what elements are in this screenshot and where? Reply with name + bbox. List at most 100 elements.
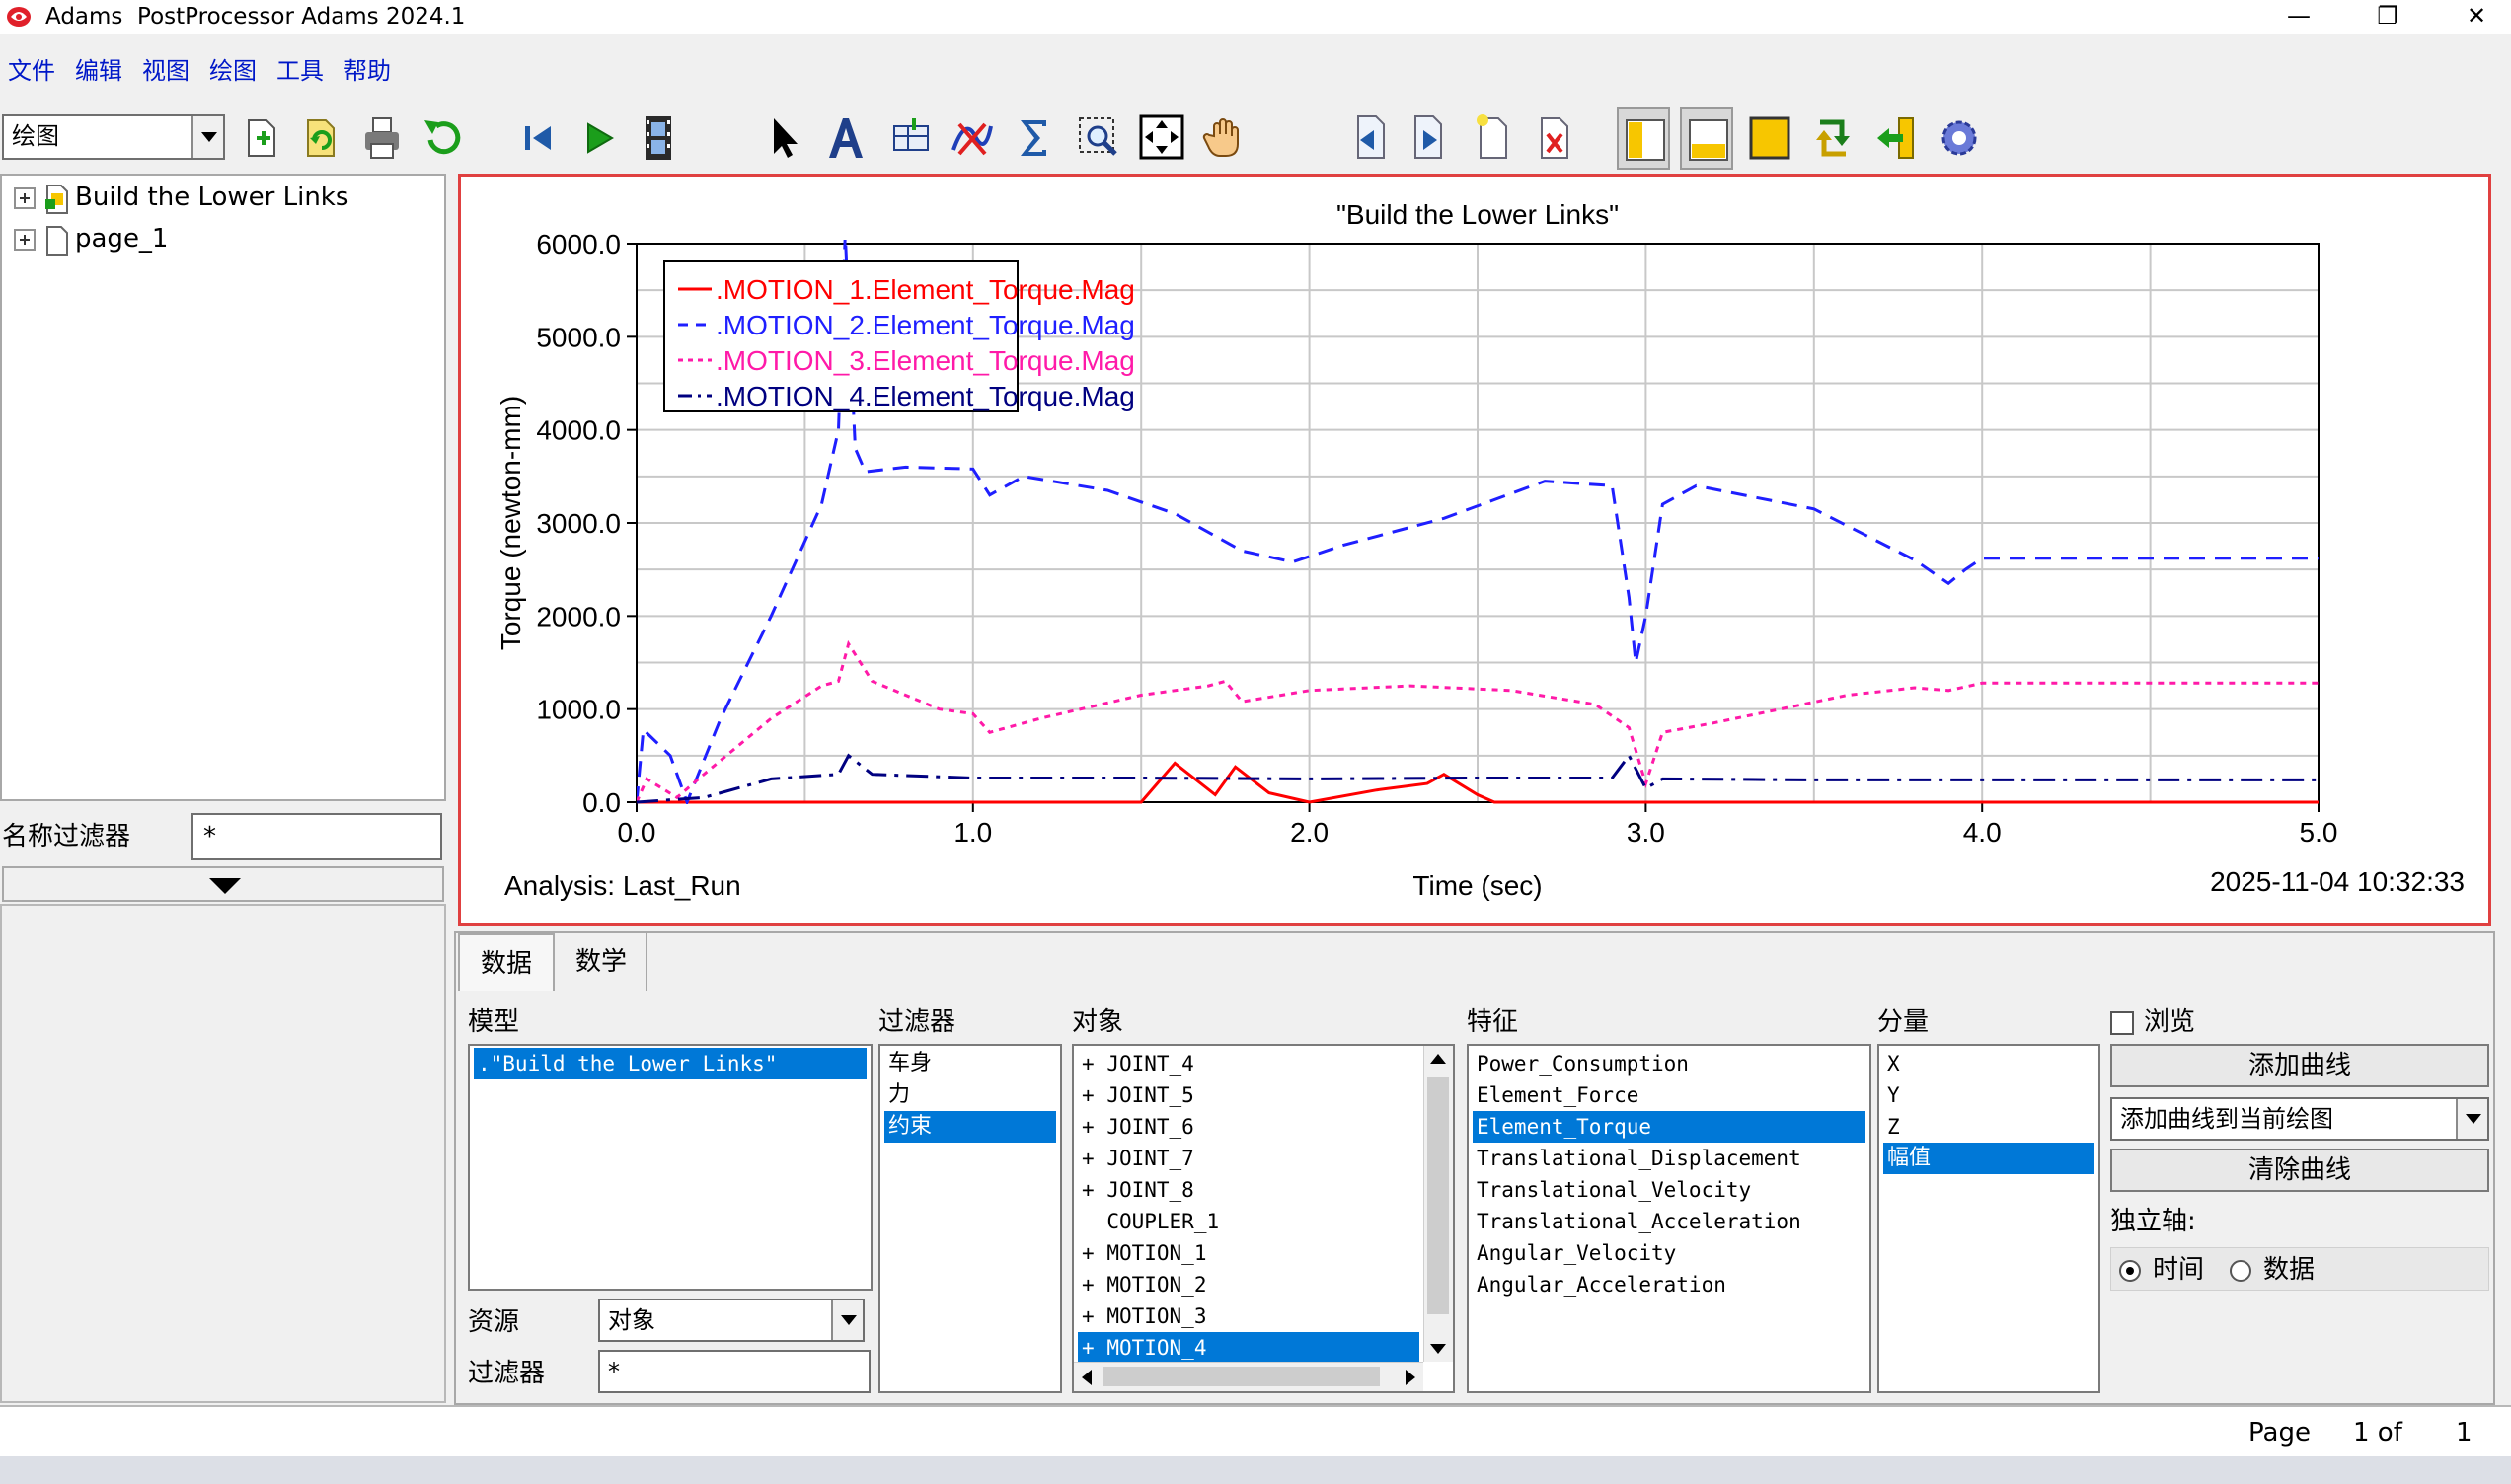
scroll-left-icon[interactable]: [1082, 1370, 1092, 1385]
menu-file[interactable]: 文件: [8, 51, 55, 91]
expand-prefix[interactable]: +: [1082, 1052, 1095, 1076]
characteristic-list[interactable]: Power_Consumption Element_Force Element_To…: [1467, 1044, 1871, 1393]
play-icon[interactable]: [572, 107, 626, 170]
refresh-icon[interactable]: [294, 107, 347, 170]
layout-split-bottom-icon[interactable]: [1680, 107, 1733, 170]
expand-prefix[interactable]: +: [1082, 1083, 1095, 1107]
expand-prefix[interactable]: +: [1082, 1336, 1095, 1360]
add-target-select[interactable]: 添加曲线到当前绘图: [2110, 1097, 2489, 1141]
minimize-button[interactable]: —: [2254, 0, 2343, 34]
radio-time[interactable]: 时间: [2119, 1252, 2204, 1288]
first-frame-icon[interactable]: [511, 107, 565, 170]
plot-area[interactable]: 0.0 1.0 2.0 3.0 4.0 5.0 0.0 1000.0 2000.0 3000.0 4…: [458, 174, 2491, 926]
tab-data[interactable]: 数据: [458, 933, 555, 991]
scroll-down-icon[interactable]: [1430, 1344, 1446, 1354]
expand-prefix[interactable]: [1082, 1210, 1095, 1233]
object-list-item[interactable]: + JOINT_4: [1078, 1048, 1419, 1079]
characteristic-list-item[interactable]: Element_Force: [1473, 1079, 1865, 1111]
layout-split-left-icon[interactable]: [1617, 107, 1670, 170]
radio-icon[interactable]: [2230, 1259, 2251, 1282]
filter-item-force[interactable]: 力: [884, 1079, 1056, 1111]
chevron-down-icon[interactable]: [831, 1300, 863, 1340]
delete-page-icon[interactable]: [1528, 107, 1581, 170]
characteristic-list-item[interactable]: Element_Torque: [1473, 1111, 1865, 1143]
object-list[interactable]: + JOINT_4 + JOINT_5 + JOINT_6 + JOINT_7 + JO…: [1072, 1044, 1455, 1393]
radio-icon[interactable]: [2119, 1259, 2141, 1282]
filter-item-constraint[interactable]: 约束: [884, 1111, 1056, 1143]
scroll-right-icon[interactable]: [1406, 1370, 1415, 1385]
new-page-icon[interactable]: [235, 107, 288, 170]
expand-icon[interactable]: [14, 228, 36, 251]
print-icon[interactable]: [355, 107, 409, 170]
hscroll-thumb[interactable]: [1103, 1367, 1380, 1386]
table-icon[interactable]: [884, 107, 938, 170]
object-list-item[interactable]: COUPLER_1: [1078, 1206, 1419, 1237]
model-list[interactable]: ."Build the Lower Links": [468, 1044, 873, 1291]
expand-icon[interactable]: [14, 186, 36, 209]
restore-button[interactable]: ❐: [2343, 0, 2432, 34]
close-button[interactable]: ✕: [2432, 0, 2511, 34]
component-list[interactable]: X Y Z 幅值: [1877, 1044, 2100, 1393]
tree-item-page[interactable]: page_1: [14, 219, 168, 259]
filter-item-body[interactable]: 车身: [884, 1048, 1056, 1079]
curve-edit-icon[interactable]: [946, 107, 999, 170]
mode-select[interactable]: 绘图: [2, 114, 225, 160]
expand-prefix[interactable]: +: [1082, 1273, 1095, 1297]
object-list-hscroll[interactable]: [1074, 1362, 1423, 1391]
select-arrow-icon[interactable]: [756, 107, 809, 170]
component-list-item[interactable]: Y: [1883, 1079, 2094, 1111]
object-list-item[interactable]: + MOTION_2: [1078, 1269, 1419, 1300]
zoom-box-icon[interactable]: [1072, 107, 1125, 170]
model-list-item[interactable]: ."Build the Lower Links": [474, 1048, 867, 1079]
sum-icon[interactable]: [1007, 107, 1060, 170]
checkbox-box[interactable]: [2110, 1010, 2134, 1035]
expand-prefix[interactable]: +: [1082, 1115, 1095, 1139]
bottom-filter-input[interactable]: *: [598, 1350, 871, 1393]
undo-icon[interactable]: [417, 107, 470, 170]
chevron-down-icon[interactable]: [191, 116, 223, 158]
new-page-sheet-icon[interactable]: [1467, 107, 1520, 170]
clear-curve-button[interactable]: 清除曲线: [2110, 1149, 2489, 1192]
add-curve-button[interactable]: 添加曲线: [2110, 1044, 2489, 1087]
pan-hand-icon[interactable]: [1198, 107, 1252, 170]
source-select[interactable]: 对象: [598, 1298, 865, 1342]
menu-view[interactable]: 视图: [142, 51, 190, 91]
tab-math[interactable]: 数学: [557, 933, 647, 991]
radio-data[interactable]: 数据: [2230, 1252, 2315, 1288]
next-page-icon[interactable]: [1404, 107, 1457, 170]
filter-list[interactable]: 车身 力 约束: [878, 1044, 1062, 1393]
object-list-item[interactable]: + MOTION_3: [1078, 1300, 1419, 1332]
characteristic-list-item[interactable]: Translational_Velocity: [1473, 1174, 1865, 1206]
name-filter-input[interactable]: [191, 813, 442, 860]
object-list-item[interactable]: + JOINT_7: [1078, 1143, 1419, 1174]
layout-single-icon[interactable]: [1743, 107, 1796, 170]
object-list-vscroll[interactable]: [1423, 1046, 1453, 1362]
menu-tools[interactable]: 工具: [276, 51, 324, 91]
characteristic-list-item[interactable]: Angular_Velocity: [1473, 1237, 1865, 1269]
scroll-thumb[interactable]: [1427, 1077, 1449, 1314]
characteristic-list-item[interactable]: Translational_Acceleration: [1473, 1206, 1865, 1237]
component-list-item[interactable]: X: [1883, 1048, 2094, 1079]
browse-checkbox[interactable]: 浏览: [2110, 1004, 2195, 1040]
characteristic-list-item[interactable]: Translational_Displacement: [1473, 1143, 1865, 1174]
characteristic-list-item[interactable]: Power_Consumption: [1473, 1048, 1865, 1079]
object-list-item[interactable]: + JOINT_5: [1078, 1079, 1419, 1111]
expand-prefix[interactable]: +: [1082, 1241, 1095, 1265]
menu-edit[interactable]: 编辑: [75, 51, 122, 91]
settings-gear-icon[interactable]: [1933, 107, 1986, 170]
object-list-item[interactable]: + JOINT_8: [1078, 1174, 1419, 1206]
object-list-item[interactable]: + JOINT_6: [1078, 1111, 1419, 1143]
menu-plot[interactable]: 绘图: [209, 51, 257, 91]
torque-chart[interactable]: 0.0 1.0 2.0 3.0 4.0 5.0 0.0 1000.0 2000.0 3000.0 4…: [461, 177, 2488, 923]
exit-icon[interactable]: [1869, 107, 1923, 170]
text-icon[interactable]: [819, 107, 873, 170]
chevron-down-icon[interactable]: [2456, 1099, 2487, 1139]
object-list-item[interactable]: + MOTION_4: [1078, 1332, 1419, 1364]
object-list-item[interactable]: + MOTION_1: [1078, 1237, 1419, 1269]
component-list-item[interactable]: 幅值: [1883, 1143, 2094, 1174]
prev-page-icon[interactable]: [1342, 107, 1396, 170]
swap-icon[interactable]: [1806, 107, 1860, 170]
fit-icon[interactable]: [1135, 107, 1188, 170]
characteristic-list-item[interactable]: Angular_Acceleration: [1473, 1269, 1865, 1300]
scroll-up-icon[interactable]: [1430, 1054, 1446, 1064]
